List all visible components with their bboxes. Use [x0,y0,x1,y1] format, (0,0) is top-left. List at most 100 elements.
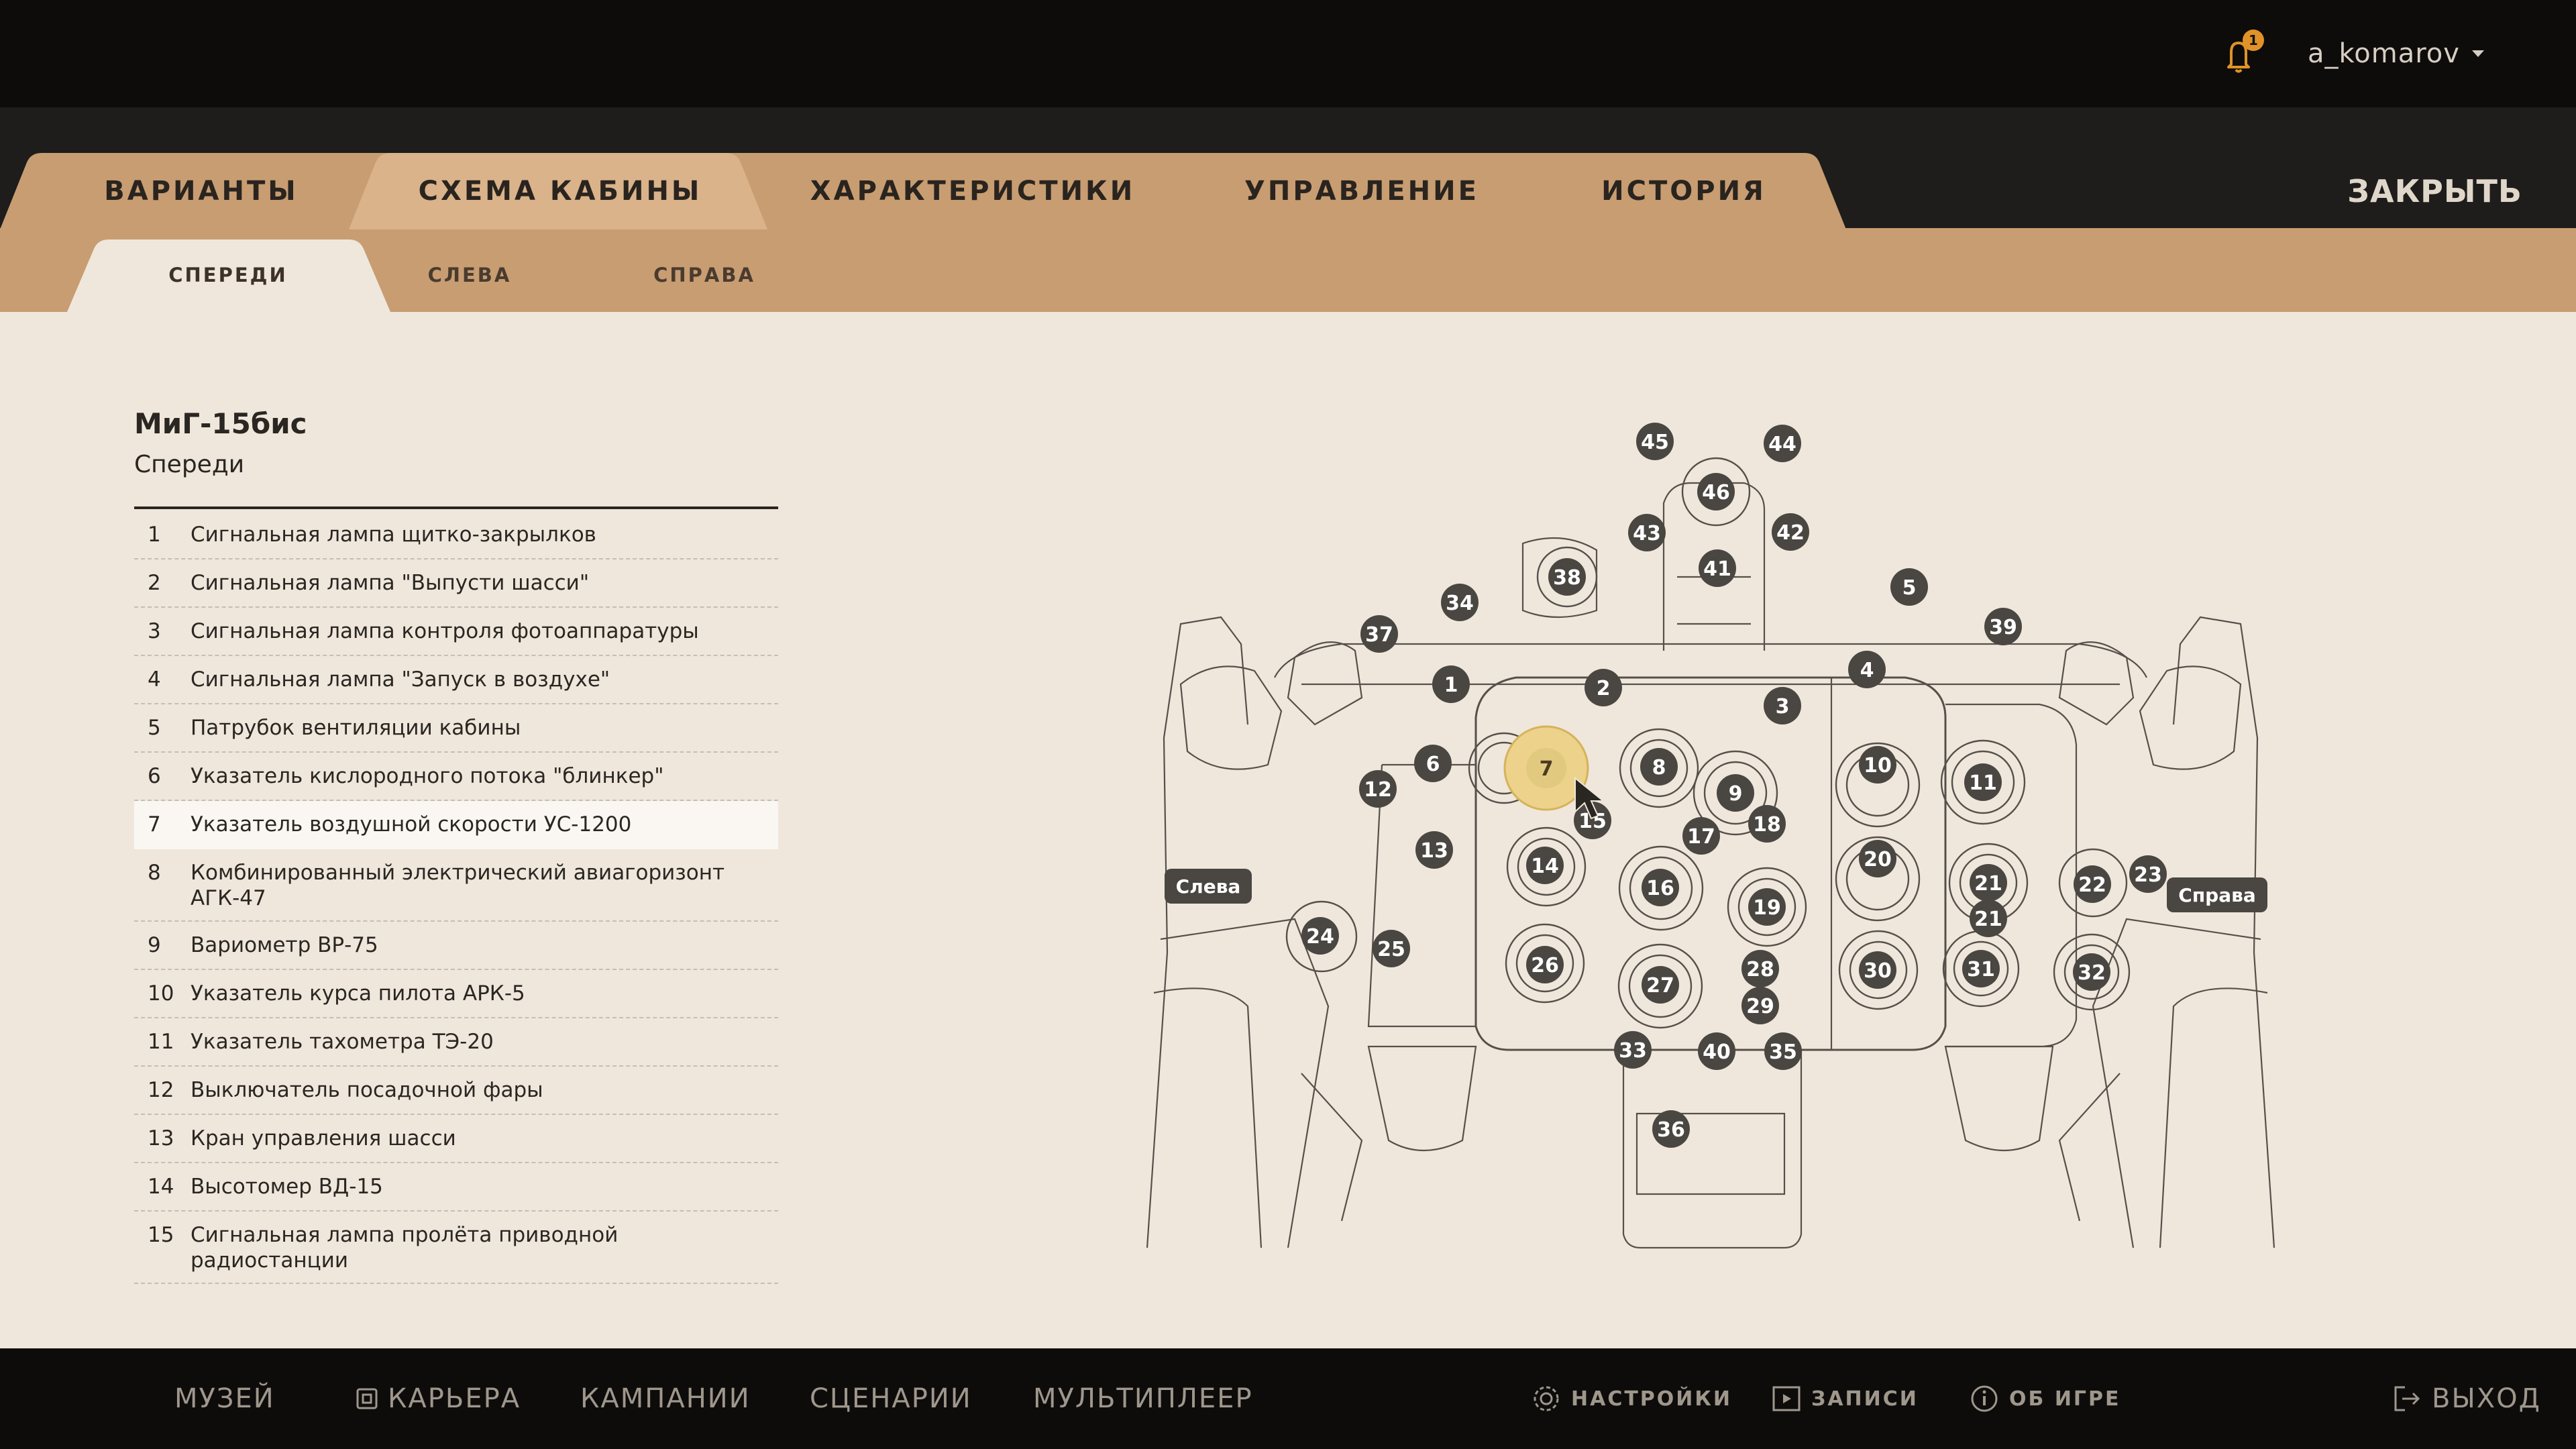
marker-5[interactable]: 5 [1890,568,1928,606]
marker-29[interactable]: 29 [1741,987,1779,1024]
subtab-front[interactable]: СПЕРЕДИ [107,238,349,312]
tab-history[interactable]: ИСТОРИЯ [1556,153,1811,229]
nav-multiplayer[interactable]: МУЛЬТИПЛЕЕР [1033,1348,1253,1449]
list-item[interactable]: 6 Указатель кислородного потока "блинкер" [134,753,778,801]
subtab-right[interactable]: СПРАВА [610,238,798,312]
list-item[interactable]: 13 Кран управления шасси [134,1115,778,1163]
list-item[interactable]: 12 Выключатель посадочной фары [134,1067,778,1115]
list-item[interactable]: 8 Комбинированный электрический авиагориз… [134,849,778,922]
nav-campaigns[interactable]: КАМПАНИИ [580,1348,751,1449]
marker-39[interactable]: 39 [1984,608,2022,645]
list-item[interactable]: 15 Сигнальная лампа пролёта приводной рад… [134,1212,778,1284]
list-item[interactable]: 11 Указатель тахометра ТЭ-20 [134,1018,778,1067]
svg-text:16: 16 [1646,877,1674,900]
marker-14[interactable]: 14 [1526,847,1564,884]
nav-about[interactable]: ОБ ИГРЕ [1969,1348,2121,1449]
svg-text:27: 27 [1646,974,1674,998]
user-menu[interactable]: a_komarov [2308,34,2484,74]
marker-18[interactable]: 18 [1748,805,1786,843]
svg-text:31: 31 [1967,958,1995,981]
marker-13[interactable]: 13 [1415,831,1453,869]
svg-text:39: 39 [1989,616,2017,639]
marker-33[interactable]: 33 [1614,1031,1652,1069]
nav-records[interactable]: ЗАПИСИ [1771,1348,1919,1449]
list-item[interactable]: 9 Вариометр ВР-75 [134,922,778,970]
list-item[interactable]: 5 Патрубок вентиляции кабины [134,704,778,753]
marker-27[interactable]: 27 [1642,966,1679,1004]
exit-icon [2394,1386,2420,1411]
marker-17[interactable]: 17 [1682,817,1720,855]
close-button[interactable]: ЗАКРЫТЬ [2347,153,2522,229]
list-item[interactable]: 4 Сигнальная лампа "Запуск в воздухе" [134,656,778,704]
list-item[interactable]: 2 Сигнальная лампа "Выпусти шасси" [134,559,778,608]
tab-variants[interactable]: ВАРИАНТЫ [60,153,342,229]
marker-36[interactable]: 36 [1652,1110,1690,1148]
nav-museum[interactable]: МУЗЕЙ [174,1348,275,1449]
marker-46[interactable]: 46 [1697,473,1735,511]
marker-35[interactable]: 35 [1764,1032,1802,1070]
marker-10[interactable]: 10 [1859,746,1896,784]
marker-19[interactable]: 19 [1748,888,1786,926]
tab-cockpit-scheme[interactable]: СХЕМА КАБИНЫ [382,153,738,229]
marker-11[interactable]: 11 [1964,763,2002,801]
svg-text:41: 41 [1703,557,1731,581]
marker-1[interactable]: 1 [1432,665,1470,703]
marker-45[interactable]: 45 [1636,423,1674,460]
svg-text:37: 37 [1365,623,1393,647]
marker-24[interactable]: 24 [1301,917,1339,955]
list-item[interactable]: 3 Сигнальная лампа контроля фотоаппаратур… [134,608,778,656]
marker-28[interactable]: 28 [1741,950,1779,987]
marker-16[interactable]: 16 [1642,869,1679,906]
marker-21[interactable]: 21 [1970,864,2007,902]
marker-34[interactable]: 34 [1441,584,1479,621]
info-icon [1971,1385,1998,1412]
marker-7[interactable]: 7 [1526,748,1566,788]
svg-text:Справа: Справа [2178,884,2255,906]
marker-21b[interactable]: 21 [1970,900,2007,937]
marker-22[interactable]: 22 [2074,865,2111,903]
list-item-selected[interactable]: 7 Указатель воздушной скорости УС-1200 [134,801,778,849]
svg-text:3: 3 [1776,695,1790,718]
marker-4[interactable]: 4 [1848,651,1886,688]
marker-6[interactable]: 6 [1414,745,1452,782]
nav-exit[interactable]: ВЫХОД [2392,1348,2541,1449]
nav-scenarios[interactable]: СЦЕНАРИИ [810,1348,972,1449]
marker-20[interactable]: 20 [1859,840,1896,877]
subtab-left[interactable]: СЛЕВА [376,238,564,312]
tab-controls[interactable]: УПРАВЛЕНИЕ [1228,153,1496,229]
marker-40[interactable]: 40 [1698,1032,1735,1070]
marker-32[interactable]: 32 [2073,953,2110,991]
nav-settings[interactable]: НАСТРОЙКИ [1531,1348,1732,1449]
tab-characteristics[interactable]: ХАРАКТЕРИСТИКИ [792,153,1154,229]
parts-list: 1 Сигнальная лампа щитко-закрылков 2 Сигна… [134,511,778,1284]
svg-text:29: 29 [1746,995,1774,1018]
nav-career[interactable]: КАРЬЕРА [356,1348,521,1449]
marker-43[interactable]: 43 [1628,514,1666,551]
svg-text:4: 4 [1860,659,1874,682]
marker-12[interactable]: 12 [1359,770,1397,808]
marker-25[interactable]: 25 [1373,930,1410,967]
list-item[interactable]: 1 Сигнальная лампа щитко-закрылков [134,511,778,559]
top-bar [0,0,2576,107]
marker-41[interactable]: 41 [1699,549,1736,587]
svg-text:25: 25 [1377,938,1405,961]
marker-37[interactable]: 37 [1360,615,1398,653]
marker-9[interactable]: 9 [1717,774,1754,812]
marker-30[interactable]: 30 [1859,951,1896,989]
marker-8[interactable]: 8 [1640,748,1678,786]
marker-31[interactable]: 31 [1962,950,2000,987]
marker-23[interactable]: 23 [2129,855,2167,893]
marker-2[interactable]: 2 [1585,669,1622,706]
marker-38[interactable]: 38 [1548,558,1586,596]
marker-3[interactable]: 3 [1764,687,1801,724]
svg-text:17: 17 [1687,825,1715,849]
list-item[interactable]: 10 Указатель курса пилота АРК-5 [134,970,778,1018]
marker-42[interactable]: 42 [1772,513,1809,551]
left-view-label[interactable]: Слева [1165,869,1252,904]
marker-26[interactable]: 26 [1526,946,1564,983]
svg-text:12: 12 [1364,778,1392,802]
marker-44[interactable]: 44 [1764,425,1801,462]
list-item[interactable]: 14 Высотомер ВД-15 [134,1163,778,1212]
view-subtitle: Спереди [134,451,245,478]
right-view-label[interactable]: Справа [2167,877,2267,912]
